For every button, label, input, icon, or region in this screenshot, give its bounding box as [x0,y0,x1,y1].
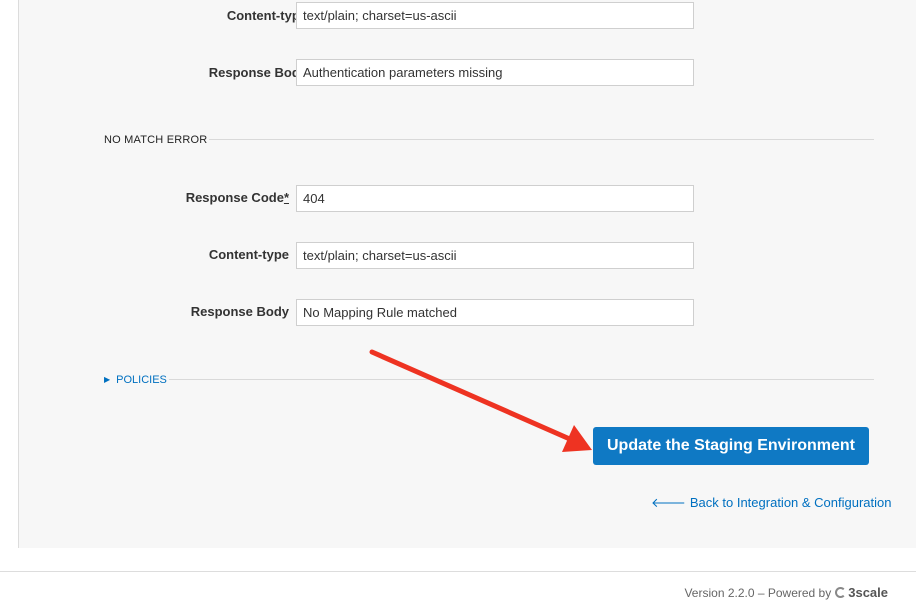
footer: Version 2.2.0 – Powered by 3scale [684,585,888,600]
version-text: Version 2.2.0 – Powered by [684,585,832,600]
auth-content-type-label: Content-type [226,8,307,23]
required-marker: * [283,190,289,205]
update-staging-button[interactable]: Update the Staging Environment [593,427,869,465]
policies-label: POLICIES [116,374,167,386]
auth-response-body-label: Response Body [208,65,307,80]
3scale-logo: 3scale [835,585,888,600]
content-type-label: Content-type [208,247,289,262]
configuration-panel: Content-type Response Body NO MATCH ERRO… [18,0,916,548]
page: Content-type Response Body NO MATCH ERRO… [0,0,916,607]
triangle-right-icon: ▶ [104,375,111,384]
response-body-input[interactable] [296,299,694,326]
policies-toggle[interactable]: ▶ POLICIES [104,374,167,386]
auth-response-body-input[interactable] [296,59,694,86]
response-code-label: Response Code* [185,190,289,205]
section-divider [209,139,874,140]
footer-divider [0,571,916,572]
content-type-input[interactable] [296,242,694,269]
response-code-input[interactable] [296,185,694,212]
auth-content-type-input[interactable] [296,2,694,29]
back-to-integration-link[interactable]: 🡐 Back to Integration & Configuration [651,495,892,511]
ring-icon [835,587,847,598]
no-match-error-title: NO MATCH ERROR [104,134,208,146]
arrow-left-icon: 🡐 [651,495,686,510]
back-link-label: Back to Integration & Configuration [689,495,892,510]
response-body-label: Response Body [190,304,289,319]
policies-divider [169,379,874,380]
